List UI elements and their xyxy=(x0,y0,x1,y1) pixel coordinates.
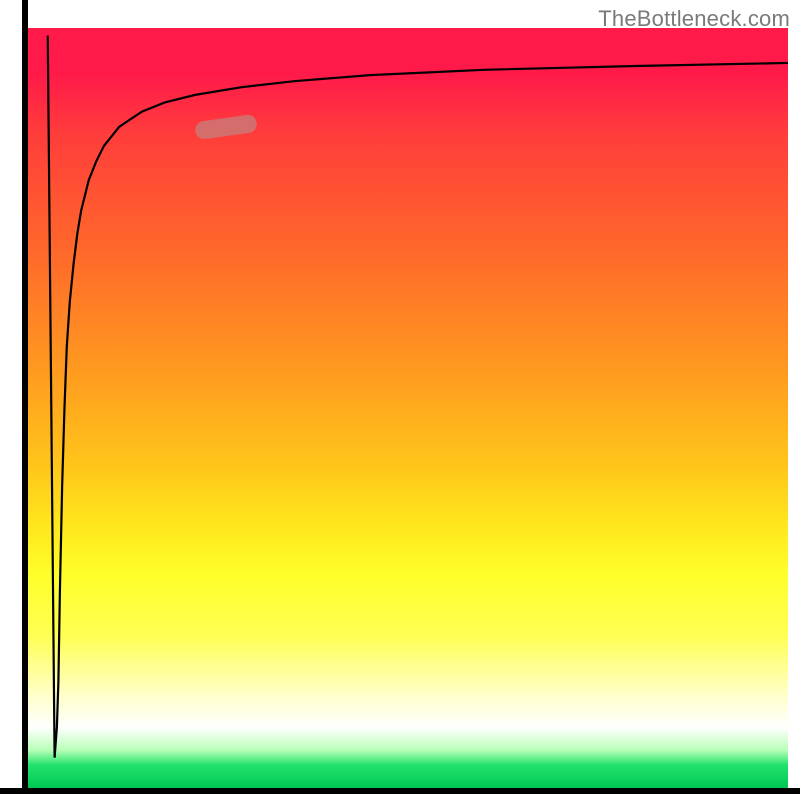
chart-container: TheBottleneck.com xyxy=(0,0,800,800)
y-axis xyxy=(22,0,28,794)
x-axis xyxy=(0,788,800,794)
curve-layer xyxy=(28,28,788,788)
curve-path xyxy=(55,63,788,758)
watermark-text: TheBottleneck.com xyxy=(598,6,790,32)
plot-area xyxy=(28,28,788,788)
initial-drop-path xyxy=(48,36,55,758)
